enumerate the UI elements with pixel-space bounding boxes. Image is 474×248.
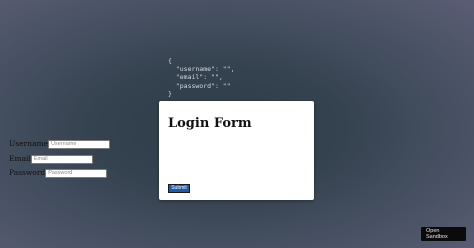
password-input[interactable] [45,168,108,178]
state-json-preview: { "username": "", "email": "", "password… [168,57,235,98]
open-sandbox-button[interactable]: Open Sandbox [421,227,466,241]
form-title: Login Form [168,116,252,131]
username-row: Username [9,139,111,149]
email-label: Email [9,154,31,163]
username-input[interactable] [48,139,111,149]
password-row: Password [9,168,108,178]
password-label: Password [9,168,46,177]
username-label: Username [9,139,49,148]
email-input[interactable] [30,154,93,164]
submit-button[interactable]: Submit [168,184,190,193]
email-row: Email [9,154,93,164]
open-sandbox-label-line2: Sandbox [426,234,448,240]
